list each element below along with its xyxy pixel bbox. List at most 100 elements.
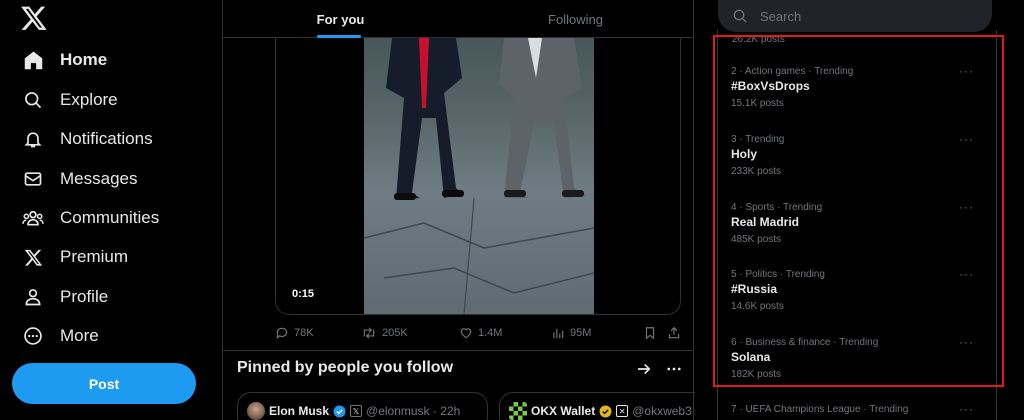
nav-more[interactable]: More	[12, 317, 109, 355]
person-icon	[22, 286, 44, 308]
search-input[interactable]	[760, 8, 980, 24]
nav-more-label: More	[60, 326, 99, 345]
card-author-handle: @elonmusk · 22h	[366, 404, 461, 418]
avatar	[509, 402, 527, 420]
trend-title: #BoxVsDrops	[731, 79, 810, 93]
repost-count: 205K	[382, 327, 408, 339]
trend-title: Holy	[731, 147, 758, 161]
nav-messages[interactable]: Messages	[12, 160, 147, 198]
arrow-right-icon[interactable]	[635, 360, 653, 378]
nav-notifications-label: Notifications	[60, 129, 153, 148]
trend-item[interactable]: 2 · Action games · Trending #BoxVsDrops …	[718, 64, 996, 130]
nav-profile-label: Profile	[60, 287, 109, 306]
trend-title: Solana	[731, 350, 771, 364]
trend-item[interactable]: 4 · Sports · Trending Real Madrid 485K p…	[718, 200, 996, 266]
pinned-card[interactable]: OKX Wallet ✕ @okxweb3	[499, 392, 695, 420]
tab-for-you-label: For you	[316, 11, 365, 27]
more-horizontal-icon[interactable]: ···	[959, 267, 974, 281]
card-author-handle: @okxweb3	[632, 404, 692, 418]
trend-context: 2 · Action games · Trending	[731, 66, 854, 77]
share-icon	[668, 326, 680, 339]
trend-item[interactable]: 3 · Trending Holy 233K posts ···	[718, 132, 996, 198]
repost-icon	[363, 327, 375, 339]
bookmark-icon	[645, 327, 655, 340]
trend-context: 6 · Business & finance · Trending	[731, 337, 879, 348]
verified-badge-icon	[333, 405, 346, 417]
post-button[interactable]: Post	[12, 363, 196, 404]
views-count: 95M	[570, 327, 592, 339]
more-circle-icon	[22, 325, 44, 347]
mail-icon	[22, 168, 44, 190]
trend-post-count: 233K posts	[731, 166, 782, 177]
home-icon	[22, 49, 44, 71]
trend-context: 7 · UEFA Champions League · Trending	[731, 404, 909, 415]
timeline-tabs: For you Following	[223, 0, 693, 38]
trends-panel: 26.2K posts 2 · Action games · Trending …	[717, 30, 997, 420]
nav-home-label: Home	[60, 50, 108, 69]
x-logo-icon[interactable]	[20, 4, 48, 32]
people-icon	[22, 207, 44, 229]
section-divider	[223, 350, 693, 351]
trend-post-count: 26.2K posts	[732, 34, 785, 45]
heart-icon	[460, 328, 472, 339]
video-timestamp: 0:15	[288, 286, 319, 302]
more-horizontal-icon[interactable]	[665, 360, 683, 378]
okx-affiliate-badge-icon: ✕	[616, 405, 629, 417]
like-count: 1.4M	[478, 327, 503, 339]
pinned-section-title: Pinned by people you follow	[237, 359, 454, 376]
trend-context: 4 · Sports · Trending	[731, 202, 823, 213]
bookmark-button[interactable]	[643, 322, 662, 344]
main-timeline: For you Following 0:15 78K 205K 1.4M 95M…	[222, 0, 695, 420]
share-button[interactable]	[667, 322, 686, 344]
trend-item[interactable]: 5 · Politics · Trending #Russia 14.6K po…	[718, 267, 996, 333]
views-button[interactable]: 95M	[551, 322, 591, 344]
avatar	[247, 402, 265, 420]
nav-home[interactable]: Home	[12, 41, 117, 79]
nav-notifications[interactable]: Notifications	[12, 120, 163, 158]
reply-count: 78K	[294, 327, 314, 339]
trend-post-count: 14.6K posts	[731, 301, 784, 312]
more-horizontal-icon[interactable]: ···	[959, 200, 974, 214]
more-horizontal-icon[interactable]: ···	[959, 132, 974, 146]
nav-premium[interactable]: Premium	[12, 238, 138, 276]
trend-title: #Russia	[731, 282, 778, 296]
search-bar[interactable]	[718, 0, 992, 32]
x-logo-icon	[22, 246, 44, 268]
trend-item[interactable]: 7 · UEFA Champions League · Trending ···	[718, 404, 996, 420]
repost-button[interactable]: 205K	[361, 322, 408, 344]
search-icon	[22, 89, 44, 111]
card-author-name: Elon Musk	[269, 404, 330, 418]
trend-item[interactable]: 6 · Business & finance · Trending Solana…	[718, 335, 996, 401]
tab-following-label: Following	[548, 11, 603, 27]
left-sidebar: Home Explore Notifications Messages Comm…	[0, 0, 222, 420]
post-actions: 78K 205K 1.4M 95M	[275, 322, 685, 344]
tab-following[interactable]: Following	[458, 0, 693, 38]
trend-post-count: 15.1K posts	[731, 98, 784, 109]
trend-context: 5 · Politics · Trending	[731, 269, 825, 280]
views-icon	[553, 328, 564, 339]
like-button[interactable]: 1.4M	[459, 322, 502, 344]
reply-button[interactable]: 78K	[275, 322, 314, 344]
trend-post-count: 182K posts	[731, 369, 782, 380]
nav-profile[interactable]: Profile	[12, 278, 118, 316]
more-horizontal-icon[interactable]: ···	[959, 404, 974, 416]
nav-messages-label: Messages	[60, 169, 138, 188]
more-horizontal-icon[interactable]: ···	[959, 64, 974, 78]
tab-for-you[interactable]: For you	[223, 0, 458, 38]
nav-communities-label: Communities	[60, 208, 160, 227]
more-horizontal-icon[interactable]: ···	[959, 335, 974, 349]
nav-communities[interactable]: Communities	[12, 199, 169, 237]
post-media[interactable]: 0:15	[275, 38, 681, 315]
nav-explore-label: Explore	[60, 90, 118, 109]
video-player[interactable]	[364, 38, 594, 314]
pinned-card[interactable]: Elon Musk 𝕏 @elonmusk · 22h	[237, 392, 488, 420]
bell-icon	[22, 128, 44, 150]
nav-explore[interactable]: Explore	[12, 81, 128, 119]
card-author-name: OKX Wallet	[531, 404, 596, 418]
trend-post-count: 485K posts	[731, 234, 782, 245]
video-frame-image	[364, 38, 594, 314]
trend-title: Real Madrid	[731, 215, 800, 229]
x-affiliate-badge-icon: 𝕏	[350, 405, 363, 417]
nav-premium-label: Premium	[60, 247, 129, 266]
trend-context: 3 · Trending	[731, 134, 785, 145]
